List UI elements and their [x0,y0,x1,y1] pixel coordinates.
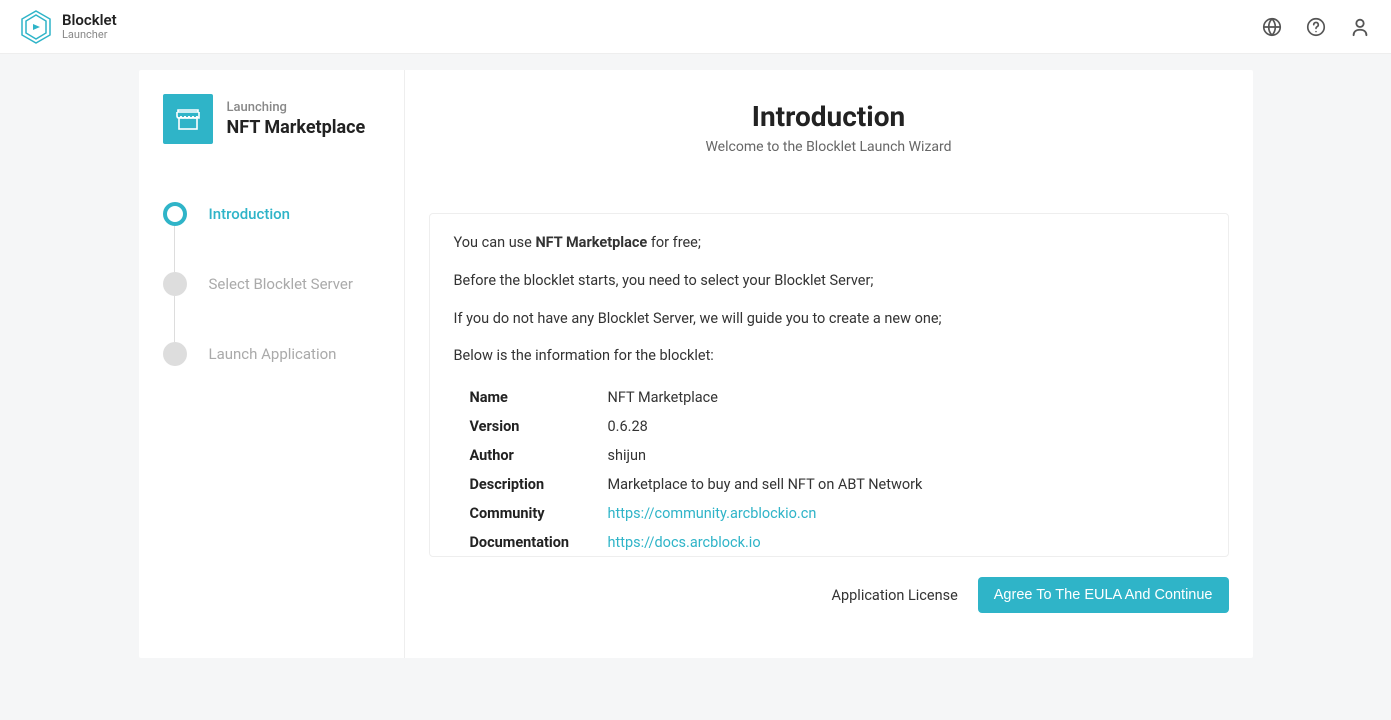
step-introduction[interactable]: Introduction [163,202,404,272]
intro-line-3: If you do not have any Blocklet Server, … [454,308,1204,330]
info-row-documentation: Documentation https://docs.arcblock.io [470,528,1204,557]
intro-line-1: You can use NFT Marketplace for free; [454,232,1204,254]
info-val: NFT Marketplace [608,389,718,406]
wizard-container: Launching NFT Marketplace Introduction S… [139,70,1253,658]
intro-line-4: Below is the information for the blockle… [454,345,1204,367]
user-icon[interactable] [1349,16,1371,38]
page-title: Introduction [429,100,1229,133]
info-val: shijun [608,447,646,464]
info-key: Description [470,476,608,493]
app-info-header: Launching NFT Marketplace [163,94,404,144]
brand-logo[interactable]: Blocklet Launcher [20,9,117,45]
language-icon[interactable] [1261,16,1283,38]
info-key: Version [470,418,608,435]
step-dot-icon [163,272,187,296]
step-label: Launch Application [209,345,337,363]
info-key: Documentation [470,534,608,551]
intro-line-2: Before the blocklet starts, you need to … [454,270,1204,292]
wizard-sidebar: Launching NFT Marketplace Introduction S… [139,70,405,658]
brand-title: Blocklet [62,12,117,29]
help-icon[interactable] [1305,16,1327,38]
brand-subtitle: Launcher [62,29,117,41]
agree-continue-button[interactable]: Agree To The EULA And Continue [978,577,1229,613]
intro-content[interactable]: You can use NFT Marketplace for free; Be… [429,213,1229,557]
page-subtitle: Welcome to the Blocklet Launch Wizard [429,139,1229,155]
info-row-version: Version 0.6.28 [470,412,1204,441]
launching-label: Launching [227,100,366,115]
wizard-footer: Application License Agree To The EULA An… [429,577,1229,613]
info-key: Community [470,505,608,522]
documentation-link[interactable]: https://docs.arcblock.io [608,534,761,551]
step-dot-icon [163,202,187,226]
step-label: Introduction [209,205,291,223]
info-key: Author [470,447,608,464]
info-val: 0.6.28 [608,418,648,435]
step-label: Select Blocklet Server [209,275,353,293]
info-row-name: Name NFT Marketplace [470,383,1204,412]
step-dot-icon [163,342,187,366]
wizard-steps: Introduction Select Blocklet Server Laun… [163,202,404,366]
info-row-description: Description Marketplace to buy and sell … [470,470,1204,499]
blocklet-info-table: Name NFT Marketplace Version 0.6.28 Auth… [454,383,1204,557]
application-license-link[interactable]: Application License [832,587,958,604]
info-val: Marketplace to buy and sell NFT on ABT N… [608,476,923,493]
app-header: Blocklet Launcher [0,0,1391,54]
info-row-community: Community https://community.arcblockio.c… [470,499,1204,528]
app-name: NFT Marketplace [227,117,366,138]
info-key: Name [470,389,608,406]
community-link[interactable]: https://community.arcblockio.cn [608,505,817,522]
info-row-author: Author shijun [470,441,1204,470]
step-select-server[interactable]: Select Blocklet Server [163,272,404,342]
step-launch-application[interactable]: Launch Application [163,342,404,366]
marketplace-icon [163,94,213,144]
wizard-main: Introduction Welcome to the Blocklet Lau… [405,70,1253,658]
blocklet-logo-icon [20,9,52,45]
